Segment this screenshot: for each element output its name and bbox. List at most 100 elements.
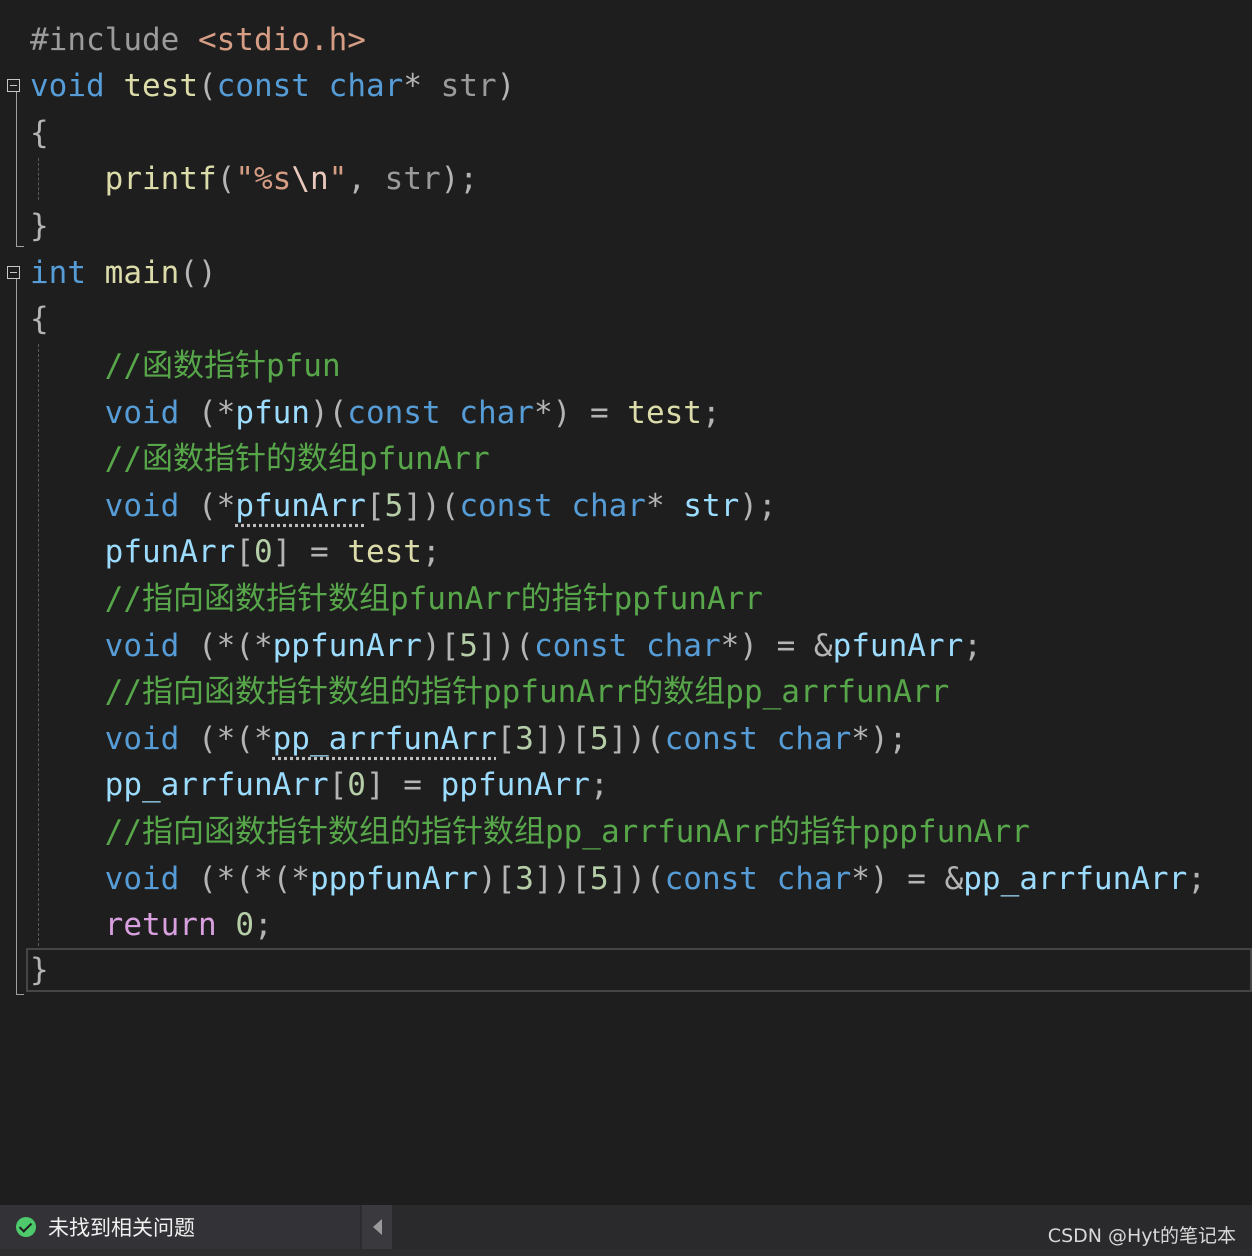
code-line-6[interactable]: int main() bbox=[30, 250, 217, 296]
code-line-15[interactable]: //指向函数指针数组的指针ppfunArr的数组pp_arrfunArr bbox=[30, 669, 950, 715]
issues-status-text: 未找到相关问题 bbox=[48, 1216, 195, 1240]
keyword: void bbox=[104, 488, 180, 524]
keyword: const bbox=[459, 488, 553, 524]
punctuation: ; bbox=[589, 767, 609, 803]
punctuation: ); bbox=[440, 161, 478, 197]
code-line-10[interactable]: //函数指针的数组pfunArr bbox=[30, 436, 490, 482]
function-name: main bbox=[104, 255, 180, 291]
keyword: const bbox=[533, 628, 628, 664]
code-line-9[interactable]: void (*pfun)(const char*) = test; bbox=[30, 390, 721, 436]
number: 5 bbox=[589, 861, 609, 897]
code-line-21[interactable]: } bbox=[30, 947, 49, 993]
keyword: void bbox=[104, 628, 180, 664]
code-line-5[interactable]: } bbox=[30, 203, 49, 249]
punctuation: ( bbox=[197, 68, 217, 104]
code-line-3[interactable]: { bbox=[30, 110, 49, 156]
open-brace: { bbox=[30, 115, 49, 151]
punctuation: () bbox=[179, 255, 217, 291]
variable: pppfunArr bbox=[309, 861, 478, 897]
collapse-icon[interactable] bbox=[7, 79, 20, 92]
collapse-icon[interactable] bbox=[7, 266, 20, 279]
watermark: CSDN @Hyt的笔记本 bbox=[1047, 1225, 1236, 1247]
comment: //函数指针pfun bbox=[104, 348, 341, 384]
code-line-20[interactable]: return 0; bbox=[30, 902, 273, 948]
code-line-4[interactable]: printf("%s\n", str); bbox=[30, 156, 478, 202]
punctuation: ); bbox=[739, 488, 777, 524]
punctuation: (*(* bbox=[197, 628, 273, 664]
keyword: char bbox=[776, 721, 852, 757]
punctuation: )[ bbox=[477, 861, 516, 897]
punctuation: ])( bbox=[403, 488, 460, 524]
variable-with-hint[interactable]: pp_arrfunArr bbox=[273, 721, 497, 757]
function-name: test bbox=[627, 395, 702, 431]
keyword: const bbox=[216, 68, 310, 104]
current-line-highlight bbox=[26, 948, 1252, 992]
code-line-16[interactable]: void (*(*pp_arrfunArr[3])[5])(const char… bbox=[30, 716, 908, 762]
issues-indicator[interactable]: 未找到相关问题 bbox=[0, 1205, 360, 1249]
punctuation: * bbox=[403, 68, 422, 104]
punctuation: ; bbox=[253, 907, 273, 943]
keyword: char bbox=[776, 861, 852, 897]
punctuation: ])[ bbox=[533, 721, 590, 757]
punctuation: *) = & bbox=[851, 861, 964, 897]
punctuation: ] = bbox=[365, 767, 441, 803]
number: 0 bbox=[253, 534, 273, 570]
number: 5 bbox=[384, 488, 404, 524]
keyword: char bbox=[571, 488, 646, 524]
number: 5 bbox=[589, 721, 609, 757]
code-line-14[interactable]: void (*(*ppfunArr)[5])(const char*) = &p… bbox=[30, 623, 982, 669]
escape-sequence: \n bbox=[291, 161, 329, 197]
code-line-18[interactable]: //指向函数指针数组的指针数组pp_arrfunArr的指针pppfunArr bbox=[30, 809, 1030, 855]
fold-end-main bbox=[16, 994, 24, 995]
fold-line-test bbox=[16, 92, 17, 246]
code-line-11[interactable]: void (*pfunArr[5])(const char* str); bbox=[30, 483, 777, 529]
comment: //指向函数指针数组的指针ppfunArr的数组pp_arrfunArr bbox=[104, 674, 950, 710]
code-line-1[interactable]: #include <stdio.h> bbox=[30, 17, 366, 63]
punctuation: ) bbox=[496, 68, 516, 104]
parameter: str bbox=[440, 68, 497, 104]
keyword: void bbox=[104, 721, 180, 757]
number: 3 bbox=[515, 721, 534, 757]
function-name: test bbox=[347, 534, 422, 570]
variable: ppfunArr bbox=[272, 628, 422, 664]
variable: pfunArr bbox=[104, 534, 236, 570]
function-call: printf bbox=[104, 161, 217, 197]
code-line-12[interactable]: pfunArr[0] = test; bbox=[30, 529, 441, 575]
punctuation: [ bbox=[328, 767, 348, 803]
include-header: <stdio.h> bbox=[197, 22, 366, 58]
arrow-left-icon bbox=[372, 1219, 382, 1235]
code-line-7[interactable]: { bbox=[30, 296, 49, 342]
scroll-left-button[interactable] bbox=[362, 1205, 392, 1249]
code-editor[interactable]: #include <stdio.h> void test(const char*… bbox=[0, 0, 1252, 1205]
code-line-8[interactable]: //函数指针pfun bbox=[30, 343, 341, 389]
punctuation: ])( bbox=[477, 628, 534, 664]
punctuation: ])[ bbox=[533, 861, 590, 897]
keyword: void bbox=[30, 68, 105, 104]
punctuation: (* bbox=[197, 488, 236, 524]
variable: pp_arrfunArr bbox=[104, 767, 329, 803]
punctuation: *); bbox=[851, 721, 908, 757]
variable: ppfunArr bbox=[440, 767, 590, 803]
variable-with-hint[interactable]: pfunArr bbox=[235, 488, 366, 524]
punctuation: ( bbox=[216, 161, 236, 197]
keyword: const bbox=[664, 861, 758, 897]
comment: //指向函数指针数组的指针数组pp_arrfunArr的指针pppfunArr bbox=[104, 814, 1030, 850]
keyword: char bbox=[328, 68, 404, 104]
punctuation: ])( bbox=[608, 721, 665, 757]
code-line-2[interactable]: void test(const char* str) bbox=[30, 63, 515, 109]
code-line-17[interactable]: pp_arrfunArr[0] = ppfunArr; bbox=[30, 762, 609, 808]
keyword: char bbox=[645, 628, 721, 664]
punctuation: ; bbox=[701, 395, 721, 431]
close-brace: } bbox=[30, 208, 49, 244]
preprocessor-directive: #include bbox=[30, 22, 180, 58]
variable: pfun bbox=[235, 395, 310, 431]
code-line-19[interactable]: void (*(*(*pppfunArr)[3])[5])(const char… bbox=[30, 856, 1206, 902]
code-line-13[interactable]: //指向函数指针数组pfunArr的指针ppfunArr bbox=[30, 576, 763, 622]
punctuation: *) = bbox=[533, 395, 628, 431]
status-bar: 未找到相关问题 CSDN @Hyt的笔记本 bbox=[0, 1205, 1252, 1256]
punctuation: [ bbox=[496, 721, 516, 757]
variable: pfunArr bbox=[832, 628, 964, 664]
fold-end-test bbox=[16, 246, 24, 247]
number: 5 bbox=[459, 628, 478, 664]
punctuation: )( bbox=[309, 395, 348, 431]
